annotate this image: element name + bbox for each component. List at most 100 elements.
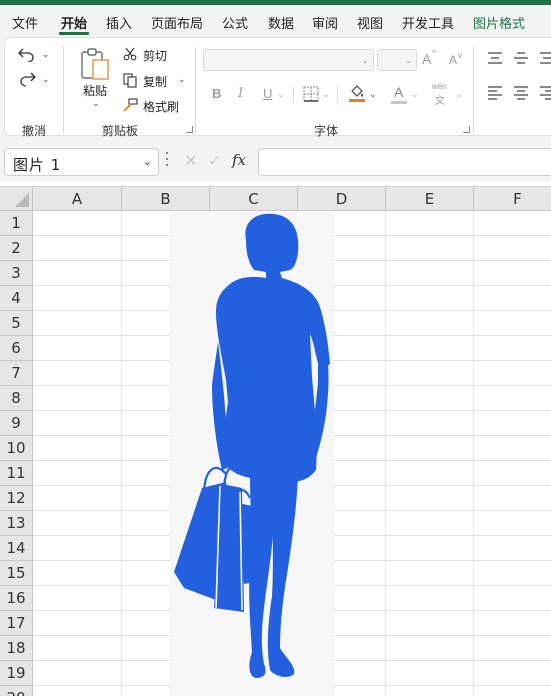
underline-dropdown-icon[interactable]: ⌄ xyxy=(277,89,285,100)
align-middle-icon[interactable] xyxy=(513,52,529,64)
italic-button[interactable]: I xyxy=(238,86,243,101)
font-color-dropdown-icon[interactable]: ⌄ xyxy=(411,89,419,100)
undo-dropdown-icon[interactable]: ⌄ xyxy=(42,49,50,60)
font-size-combo[interactable]: ⌄ xyxy=(377,49,417,71)
grow-caret-icon: ^ xyxy=(432,48,437,58)
tab-page-layout[interactable]: 页面布局 xyxy=(151,13,203,32)
font-grow-icon[interactable]: A xyxy=(422,51,431,67)
undo-icon[interactable] xyxy=(17,46,39,62)
row-header[interactable]: 16 xyxy=(0,586,33,611)
insert-function-button[interactable]: fx xyxy=(232,151,246,169)
paste-label[interactable]: 粘贴 xyxy=(83,82,107,99)
row-header[interactable]: 9 xyxy=(0,411,33,436)
phonetic-icon[interactable]: 文 xyxy=(435,92,445,107)
column-header-d[interactable]: D xyxy=(298,187,386,211)
row-header[interactable]: 14 xyxy=(0,536,33,561)
tab-home[interactable]: 开始 xyxy=(61,13,87,32)
formula-bar-grip-icon[interactable] xyxy=(166,152,169,170)
fill-color-icon[interactable] xyxy=(348,84,366,103)
row-header[interactable]: 12 xyxy=(0,486,33,511)
name-box[interactable]: 图片 1 ⌄ xyxy=(4,148,159,176)
scissors-icon[interactable] xyxy=(123,47,137,61)
tab-insert[interactable]: 插入 xyxy=(106,13,132,32)
copy-dropdown-icon[interactable]: ⌄ xyxy=(178,74,186,85)
tab-developer[interactable]: 开发工具 xyxy=(402,13,454,32)
row-header[interactable]: 1 xyxy=(0,211,33,236)
row-header[interactable]: 7 xyxy=(0,361,33,386)
row-header[interactable]: 2 xyxy=(0,236,33,261)
chevron-down-icon: ⌄ xyxy=(404,55,412,65)
column-header-b[interactable]: B xyxy=(122,187,210,211)
phonetic-dropdown-icon[interactable]: ⌄ xyxy=(455,89,463,100)
borders-icon[interactable] xyxy=(303,86,319,102)
tab-view[interactable]: 视图 xyxy=(357,13,383,32)
ribbon-tabs: 文件 开始 插入 页面布局 公式 数据 审阅 视图 开发工具 图片格式 xyxy=(0,5,551,35)
align-center-icon[interactable] xyxy=(513,86,529,100)
select-all-button[interactable] xyxy=(0,187,33,211)
shopping-woman-silhouette xyxy=(174,213,330,678)
tab-file[interactable]: 文件 xyxy=(12,13,38,32)
gridline xyxy=(121,211,122,696)
copy-label[interactable]: 复制 xyxy=(143,73,167,90)
row-header[interactable]: 20 xyxy=(0,686,33,696)
row-header[interactable]: 11 xyxy=(0,461,33,486)
font-shrink-icon[interactable]: A xyxy=(449,53,457,67)
column-header-a[interactable]: A xyxy=(33,187,122,211)
tab-formulas[interactable]: 公式 xyxy=(222,13,248,32)
paste-icon[interactable] xyxy=(79,46,111,82)
row-header[interactable]: 5 xyxy=(0,311,33,336)
clipboard-launcher-icon[interactable] xyxy=(186,126,193,133)
clipboard-group-label: 剪贴板 xyxy=(102,124,139,138)
row-header[interactable]: 15 xyxy=(0,561,33,586)
worksheet-grid[interactable]: A B C D E F 1 2 3 4 5 6 7 8 9 10 11 12 1… xyxy=(0,186,551,696)
name-box-value: 图片 1 xyxy=(13,156,62,174)
bold-button[interactable]: B xyxy=(212,86,221,101)
font-launcher-icon[interactable] xyxy=(463,126,470,133)
fill-color-dropdown-icon[interactable]: ⌄ xyxy=(369,89,377,100)
row-header[interactable]: 3 xyxy=(0,261,33,286)
redo-icon[interactable] xyxy=(17,71,39,87)
row-header[interactable]: 10 xyxy=(0,436,33,461)
group-separator xyxy=(473,46,474,134)
row-header[interactable]: 13 xyxy=(0,511,33,536)
cut-label[interactable]: 剪切 xyxy=(143,47,167,64)
formula-input[interactable] xyxy=(258,148,551,176)
enter-icon[interactable]: ✓ xyxy=(208,151,221,171)
tab-review[interactable]: 审阅 xyxy=(312,13,338,32)
cancel-icon[interactable]: ✕ xyxy=(184,151,197,171)
row-header[interactable]: 4 xyxy=(0,286,33,311)
inserted-picture[interactable] xyxy=(170,212,334,696)
align-top-icon[interactable] xyxy=(487,52,503,64)
row-header[interactable]: 17 xyxy=(0,611,33,636)
divider xyxy=(337,86,338,102)
group-separator xyxy=(195,46,196,134)
chevron-down-icon: ⌄ xyxy=(361,55,369,65)
copy-icon[interactable] xyxy=(123,73,137,88)
divider xyxy=(293,86,294,102)
underline-button[interactable]: U xyxy=(263,86,272,101)
align-right-icon[interactable] xyxy=(539,86,551,100)
select-all-icon xyxy=(15,193,29,207)
redo-dropdown-icon[interactable]: ⌄ xyxy=(42,74,50,85)
font-color-bar xyxy=(391,101,407,104)
borders-dropdown-icon[interactable]: ⌄ xyxy=(322,89,330,100)
column-header-e[interactable]: E xyxy=(386,187,474,211)
phonetic-label[interactable]: wén xyxy=(432,82,447,91)
align-bottom-icon[interactable] xyxy=(539,52,551,64)
gridline xyxy=(385,211,386,696)
row-header[interactable]: 6 xyxy=(0,336,33,361)
font-family-combo[interactable]: ⌄ xyxy=(203,49,374,71)
tab-picture-format[interactable]: 图片格式 xyxy=(473,13,525,32)
ribbon: ⌄ ⌄ 撤消 粘贴 ⌄ 剪切 复制 ⌄ 格式刷 剪贴板 ⌄ ⌄ A ^ A v … xyxy=(0,35,551,140)
row-header[interactable]: 19 xyxy=(0,661,33,686)
column-header-c[interactable]: C xyxy=(210,187,298,211)
tab-data[interactable]: 数据 xyxy=(268,13,294,32)
align-left-icon[interactable] xyxy=(487,86,503,100)
font-color-icon[interactable]: A xyxy=(394,84,403,100)
row-header[interactable]: 8 xyxy=(0,386,33,411)
format-painter-icon[interactable] xyxy=(122,98,138,112)
column-header-f[interactable]: F xyxy=(474,187,551,211)
paste-dropdown-icon[interactable]: ⌄ xyxy=(92,98,100,109)
format-painter-label[interactable]: 格式刷 xyxy=(143,98,179,115)
row-header[interactable]: 18 xyxy=(0,636,33,661)
